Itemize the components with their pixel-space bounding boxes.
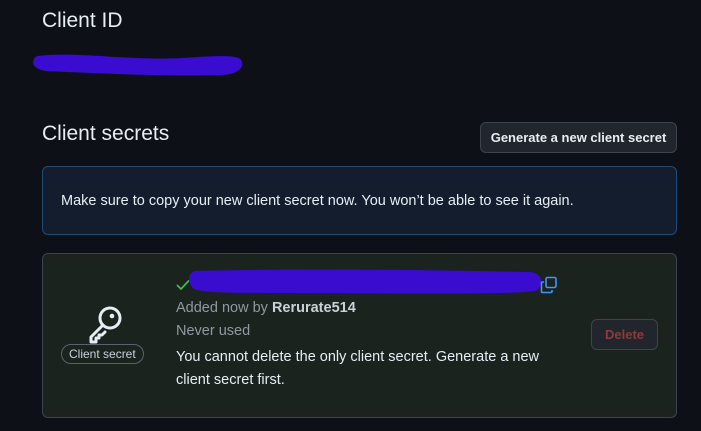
generate-client-secret-button[interactable]: Generate a new client secret xyxy=(480,122,677,153)
added-prefix: Added now by xyxy=(176,300,272,316)
secret-added-info: Added now by Rerurate514 xyxy=(176,300,356,316)
client-secret-item: Client secret Added now by Rerurate514 N… xyxy=(42,253,677,418)
client-secret-value-redaction xyxy=(189,269,542,294)
client-secrets-heading: Client secrets xyxy=(42,122,170,145)
client-id-heading: Client ID xyxy=(42,9,123,32)
copy-icon[interactable] xyxy=(540,276,558,294)
added-by-user[interactable]: Rerurate514 xyxy=(272,300,356,316)
delete-secret-button: Delete xyxy=(591,319,658,350)
delete-warning-text: You cannot delete the only client secret… xyxy=(176,349,540,388)
copy-secret-flash-notice: Make sure to copy your new client secret… xyxy=(42,166,677,235)
key-icon xyxy=(89,306,122,344)
client-id-redaction xyxy=(33,54,243,76)
secret-usage-status: Never used xyxy=(176,323,251,339)
check-icon xyxy=(176,280,190,290)
oauth-app-settings-page: Client ID Client secrets Generate a new … xyxy=(0,0,701,431)
client-secret-type-label: Client secret xyxy=(61,344,144,364)
flash-message: Make sure to copy your new client secret… xyxy=(61,193,574,209)
